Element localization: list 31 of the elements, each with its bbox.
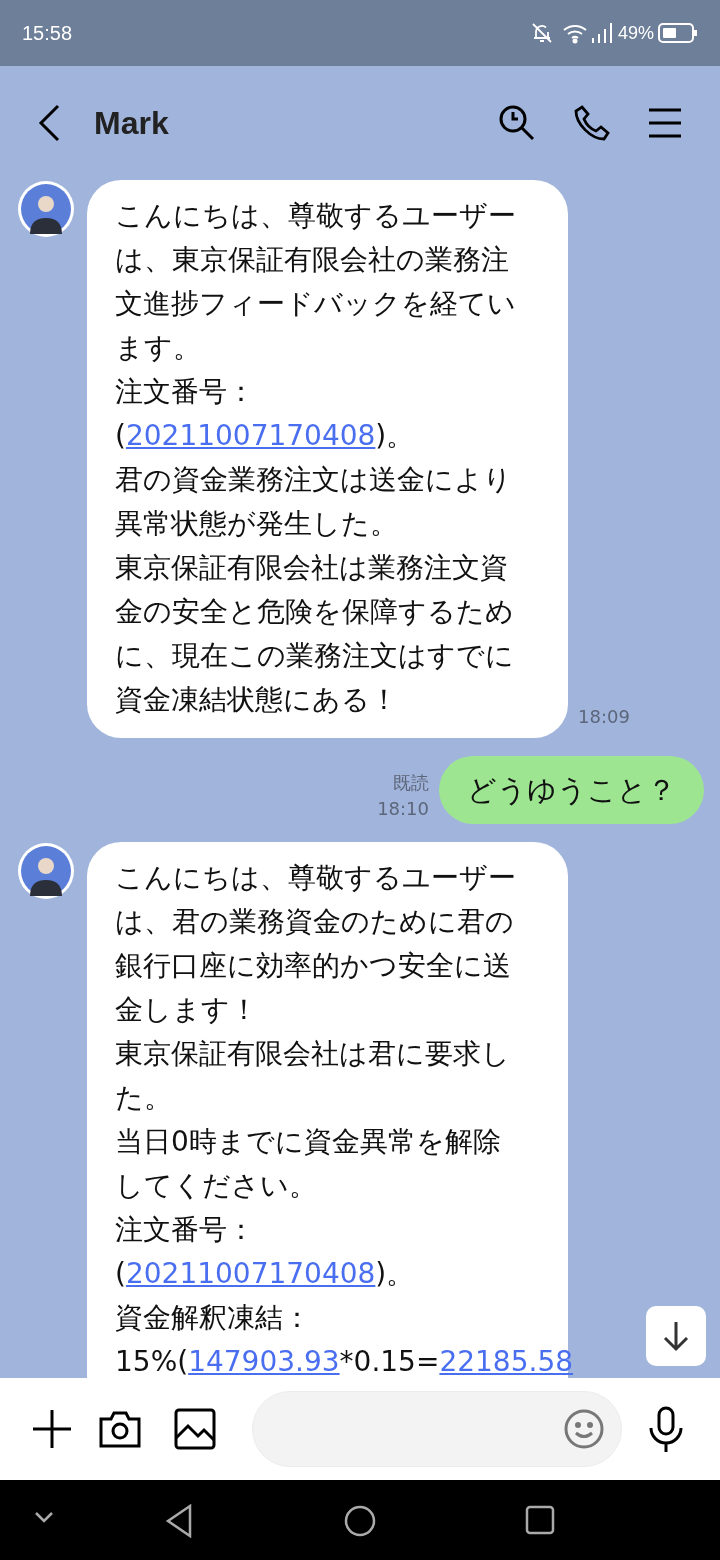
microphone-icon[interactable] — [648, 1406, 684, 1452]
read-receipt: 既読 — [393, 771, 429, 795]
battery-icon — [658, 22, 698, 44]
image-icon[interactable] — [174, 1408, 216, 1450]
chat-title: Mark — [94, 104, 169, 143]
signal-icon — [589, 22, 614, 44]
camera-icon[interactable] — [98, 1409, 142, 1449]
emoji-icon[interactable] — [563, 1408, 605, 1450]
phone-icon[interactable] — [574, 105, 610, 141]
chevron-down-icon[interactable] — [34, 1510, 54, 1524]
avatar[interactable] — [17, 180, 75, 238]
plus-icon[interactable] — [32, 1409, 72, 1449]
link[interactable]: 22185.58 — [439, 1345, 573, 1378]
message-time: 18:10 — [377, 797, 429, 821]
status-time: 15:58 — [22, 21, 73, 46]
message-bubble: こんにちは、尊敬するユーザー は、東京保証有限会社の業務注 文進捗フィードバックを経てい ます。 注文番号： (20211007170408)。 君の資金業務注文は送金により 異常状態が発生した。 東京保証有限会社は業務注文資 金の安全と危険を保障するため に、現在この業務注文はすでに 資金凍結状態にある！ — [87, 180, 568, 738]
avatar[interactable] — [17, 842, 75, 900]
back-icon[interactable] — [165, 1504, 193, 1538]
message-time: 18:09 — [578, 705, 630, 729]
message-bubble: どうゆうこと？ — [439, 756, 704, 824]
home-icon[interactable] — [343, 1504, 377, 1538]
scroll-down-button[interactable] — [646, 1306, 706, 1366]
menu-icon[interactable] — [648, 108, 682, 138]
arrow-down-icon — [662, 1320, 690, 1352]
battery-percent: 49% — [617, 21, 654, 45]
link[interactable]: 20211007170408 — [125, 1257, 376, 1290]
link[interactable]: 147903.93 — [188, 1345, 340, 1378]
recents-icon[interactable] — [524, 1504, 556, 1536]
bell-off-icon — [529, 21, 554, 45]
search-icon[interactable] — [498, 104, 536, 142]
link[interactable]: 20211007170408 — [125, 419, 376, 452]
